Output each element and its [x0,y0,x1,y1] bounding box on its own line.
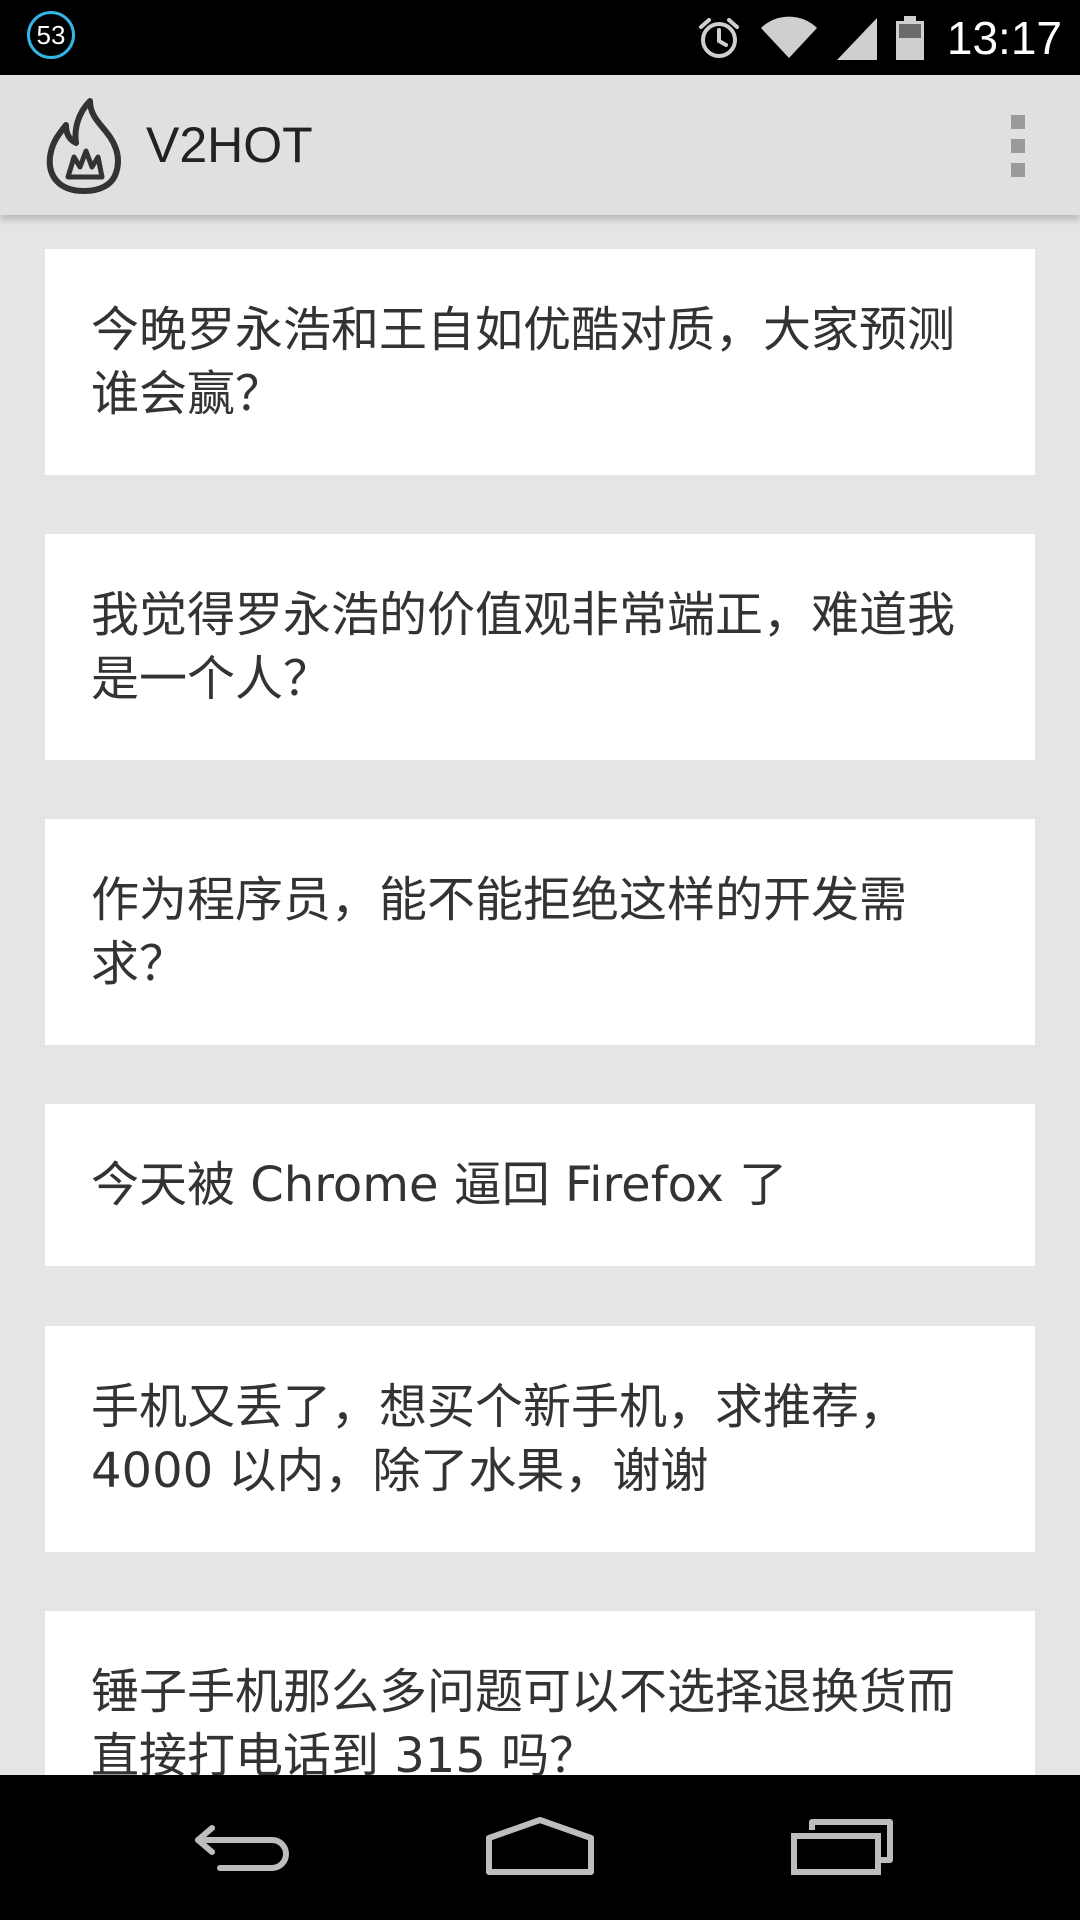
battery-icon [895,14,925,62]
app-title: V2HOT [146,117,313,173]
signal-icon [835,14,879,62]
flame-icon[interactable] [44,95,124,195]
back-icon [190,1816,290,1880]
recent-apps-icon [790,1816,894,1880]
topic-title: 作为程序员，能不能拒绝这样的开发需求？ [91,872,908,992]
topic-title: 今晚罗永浩和王自如优酷对质，大家预测谁会赢？ [91,302,956,422]
alarm-icon [695,14,743,62]
menu-dot [1011,115,1025,129]
topic-title: 今天被 Chrome 逼回 Firefox 了 [91,1157,788,1213]
topic-card[interactable]: 锤子手机那么多问题可以不选择退换货而直接打电话到 315 吗？ [45,1611,1035,1775]
topic-title: 我觉得罗永浩的价值观非常端正，难道我是一个人？ [91,587,956,707]
status-icons: 13:17 [695,0,1062,75]
navigation-bar [0,1775,1080,1920]
topic-card[interactable]: 今天被 Chrome 逼回 Firefox 了 [45,1104,1035,1266]
home-button[interactable] [440,1775,640,1920]
menu-dot [1011,163,1025,177]
wifi-icon [759,14,819,62]
home-icon [485,1816,595,1880]
status-clock: 13:17 [946,11,1062,64]
topic-title: 锤子手机那么多问题可以不选择退换货而直接打电话到 315 吗？ [91,1664,956,1775]
menu-dot [1011,139,1025,153]
back-button[interactable] [140,1775,340,1920]
overflow-menu-icon[interactable] [988,115,1048,177]
topic-card[interactable]: 今晚罗永浩和王自如优酷对质，大家预测谁会赢？ [45,249,1035,475]
action-bar: V2HOT [0,75,1080,215]
recent-apps-button[interactable] [742,1775,942,1920]
notification-count-badge: 53 [27,11,75,59]
topic-list[interactable]: 今晚罗永浩和王自如优酷对质，大家预测谁会赢？ 我觉得罗永浩的价值观非常端正，难道… [0,215,1080,1775]
topic-card[interactable]: 我觉得罗永浩的价值观非常端正，难道我是一个人？ [45,534,1035,760]
topic-title: 手机又丢了，想买个新手机，求推荐，4000 以内，除了水果，谢谢 [91,1379,908,1499]
status-bar: 53 13:17 [0,0,1080,75]
topic-card[interactable]: 作为程序员，能不能拒绝这样的开发需求？ [45,819,1035,1045]
topic-card[interactable]: 手机又丢了，想买个新手机，求推荐，4000 以内，除了水果，谢谢 [45,1326,1035,1552]
